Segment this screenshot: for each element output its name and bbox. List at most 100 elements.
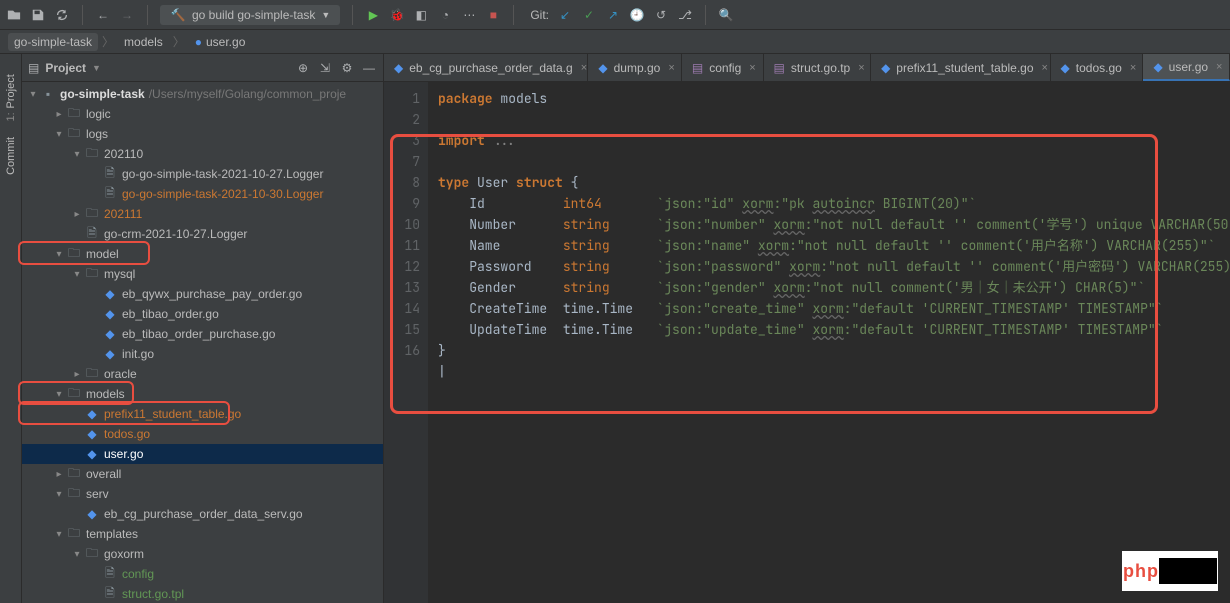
editor-tab[interactable]: ◆dump.go×: [588, 54, 682, 81]
vcs-branch-icon[interactable]: ⎇: [677, 7, 693, 23]
tree-node[interactable]: 🗎 go-go-simple-task-2021-10-30.Logger: [22, 184, 383, 204]
go-file-icon: ◆: [102, 327, 118, 341]
close-icon[interactable]: ×: [1216, 61, 1222, 73]
run-config-combo[interactable]: 🔨 go build go-simple-task ▼: [160, 5, 340, 25]
tree-node[interactable]: ▾🗀202110: [22, 144, 383, 164]
tree-node[interactable]: ▾🗀mysql: [22, 264, 383, 284]
tree-node-label: templates: [86, 527, 138, 541]
chevron-down-icon[interactable]: ▾: [70, 269, 84, 280]
sync-icon[interactable]: [54, 7, 70, 23]
go-file-icon: ◆: [598, 61, 607, 75]
chevron-down-icon[interactable]: ▾: [52, 129, 66, 140]
tree-node[interactable]: ◆eb_cg_purchase_order_data_serv.go: [22, 504, 383, 524]
attach-icon[interactable]: ⋯: [461, 7, 477, 23]
vcs-update-icon[interactable]: ↙: [557, 7, 573, 23]
vtab-project[interactable]: 1: Project: [5, 74, 17, 121]
tree-node[interactable]: ▸🗀oracle: [22, 364, 383, 384]
go-file-icon: ◆: [1153, 60, 1162, 74]
tree-node[interactable]: ▾🗀logs: [22, 124, 383, 144]
vcs-commit-icon[interactable]: ✓: [581, 7, 597, 23]
project-tree[interactable]: ▾ ▪ go-simple-task /Users/myself/Golang/…: [22, 82, 383, 603]
close-icon[interactable]: ×: [668, 62, 674, 74]
debug-icon[interactable]: 🐞: [389, 7, 405, 23]
gear-icon[interactable]: ⚙: [339, 60, 355, 76]
tree-node[interactable]: ▸🗀logic: [22, 104, 383, 124]
editor-tab-label: config: [709, 61, 741, 75]
editor-tab[interactable]: ▤struct.go.tp×: [764, 54, 872, 81]
crumb-project[interactable]: go-simple-task: [8, 33, 98, 51]
tree-node[interactable]: ▾🗀goxorm: [22, 544, 383, 564]
tree-node[interactable]: ◆init.go: [22, 344, 383, 364]
select-open-file-icon[interactable]: ⊕: [295, 60, 311, 76]
tree-node[interactable]: 🗎struct.go.tpl: [22, 584, 383, 603]
file-icon: 🗎: [102, 184, 118, 205]
vtab-commit[interactable]: Commit: [5, 137, 17, 175]
run-icon[interactable]: ▶: [365, 7, 381, 23]
editor-tab[interactable]: ◆todos.go×: [1051, 54, 1144, 81]
hide-icon[interactable]: —: [361, 60, 377, 76]
tree-node[interactable]: ◆eb_tibao_order.go: [22, 304, 383, 324]
tree-root-path: /Users/myself/Golang/common_proje: [149, 87, 346, 101]
expand-all-icon[interactable]: ⇲: [317, 60, 333, 76]
tree-node[interactable]: ▾🗀templates: [22, 524, 383, 544]
stop-icon[interactable]: ■: [485, 7, 501, 23]
chevron-right-icon[interactable]: ▸: [70, 209, 84, 220]
close-icon[interactable]: ×: [581, 62, 587, 74]
close-icon[interactable]: ×: [858, 62, 864, 74]
tree-node[interactable]: ◆eb_tibao_order_purchase.go: [22, 324, 383, 344]
tree-node[interactable]: ◆eb_qywx_purchase_pay_order.go: [22, 284, 383, 304]
tree-node[interactable]: ◆prefix11_student_table.go: [22, 404, 383, 424]
close-icon[interactable]: ×: [1130, 62, 1136, 74]
tree-node-label: model: [86, 247, 119, 261]
chevron-down-icon[interactable]: ▾: [52, 249, 66, 260]
editor-tab[interactable]: ◆user.go×: [1143, 54, 1230, 81]
search-icon[interactable]: 🔍: [718, 7, 734, 23]
tree-node[interactable]: 🗎config: [22, 564, 383, 584]
vcs-push-icon[interactable]: ↗: [605, 7, 621, 23]
chevron-right-icon[interactable]: ▸: [52, 469, 66, 480]
tree-node[interactable]: ▾🗀serv: [22, 484, 383, 504]
coverage-icon[interactable]: ◧: [413, 7, 429, 23]
chevron-down-icon[interactable]: ▾: [52, 389, 66, 400]
tree-node[interactable]: ▸🗀202111: [22, 204, 383, 224]
vcs-rollback-icon[interactable]: ↺: [653, 7, 669, 23]
editor-body[interactable]: 123 78910111213141516 package models imp…: [384, 82, 1230, 603]
open-icon[interactable]: [6, 7, 22, 23]
tree-root[interactable]: ▾ ▪ go-simple-task /Users/myself/Golang/…: [22, 84, 383, 104]
chevron-down-icon[interactable]: ▼: [92, 63, 101, 73]
tree-node[interactable]: ▸🗀overall: [22, 464, 383, 484]
close-icon[interactable]: ×: [1042, 62, 1048, 74]
folder-icon: 🗀: [84, 204, 100, 225]
crumb-file[interactable]: ●user.go: [189, 33, 252, 51]
project-title[interactable]: Project: [45, 61, 86, 75]
tree-node[interactable]: ◆todos.go: [22, 424, 383, 444]
crumb-folder[interactable]: models: [118, 33, 169, 51]
go-file-icon: ◆: [1061, 61, 1070, 75]
editor-tab[interactable]: ▤config×: [682, 54, 764, 81]
forward-icon[interactable]: →: [119, 7, 135, 23]
tree-node[interactable]: 🗎go-crm-2021-10-27.Logger: [22, 224, 383, 244]
tree-node[interactable]: ▾🗀models: [22, 384, 383, 404]
profile-icon[interactable]: ◔: [437, 7, 453, 23]
chevron-down-icon[interactable]: ▾: [70, 149, 84, 160]
chevron-down-icon[interactable]: ▾: [52, 489, 66, 500]
close-icon[interactable]: ×: [749, 62, 755, 74]
tree-node[interactable]: 🗎go-go-simple-task-2021-10-27.Logger: [22, 164, 383, 184]
tree-node-label: go-go-simple-task-2021-10-27.Logger: [122, 167, 323, 181]
back-icon[interactable]: ←: [95, 7, 111, 23]
editor-tab[interactable]: ◆prefix11_student_table.go×: [871, 54, 1050, 81]
chevron-right-icon[interactable]: ▸: [70, 369, 84, 380]
code-content[interactable]: package models import ... type User stru…: [428, 82, 1230, 603]
save-all-icon[interactable]: [30, 7, 46, 23]
chevron-down-icon[interactable]: ▾: [70, 549, 84, 560]
go-file-icon: ◆: [394, 61, 403, 75]
tree-node-label: go-go-simple-task-2021-10-30.Logger: [122, 187, 323, 201]
vcs-history-icon[interactable]: 🕘: [629, 7, 645, 23]
chevron-down-icon[interactable]: ▾: [52, 529, 66, 540]
chevron-down-icon[interactable]: ▾: [26, 89, 40, 100]
tree-node[interactable]: ◆user.go: [22, 444, 383, 464]
editor-tab[interactable]: ◆eb_cg_purchase_order_data.g×: [384, 54, 588, 81]
editor-tab-label: struct.go.tp: [791, 61, 850, 75]
tree-node[interactable]: ▾🗀model: [22, 244, 383, 264]
chevron-right-icon[interactable]: ▸: [52, 109, 66, 120]
